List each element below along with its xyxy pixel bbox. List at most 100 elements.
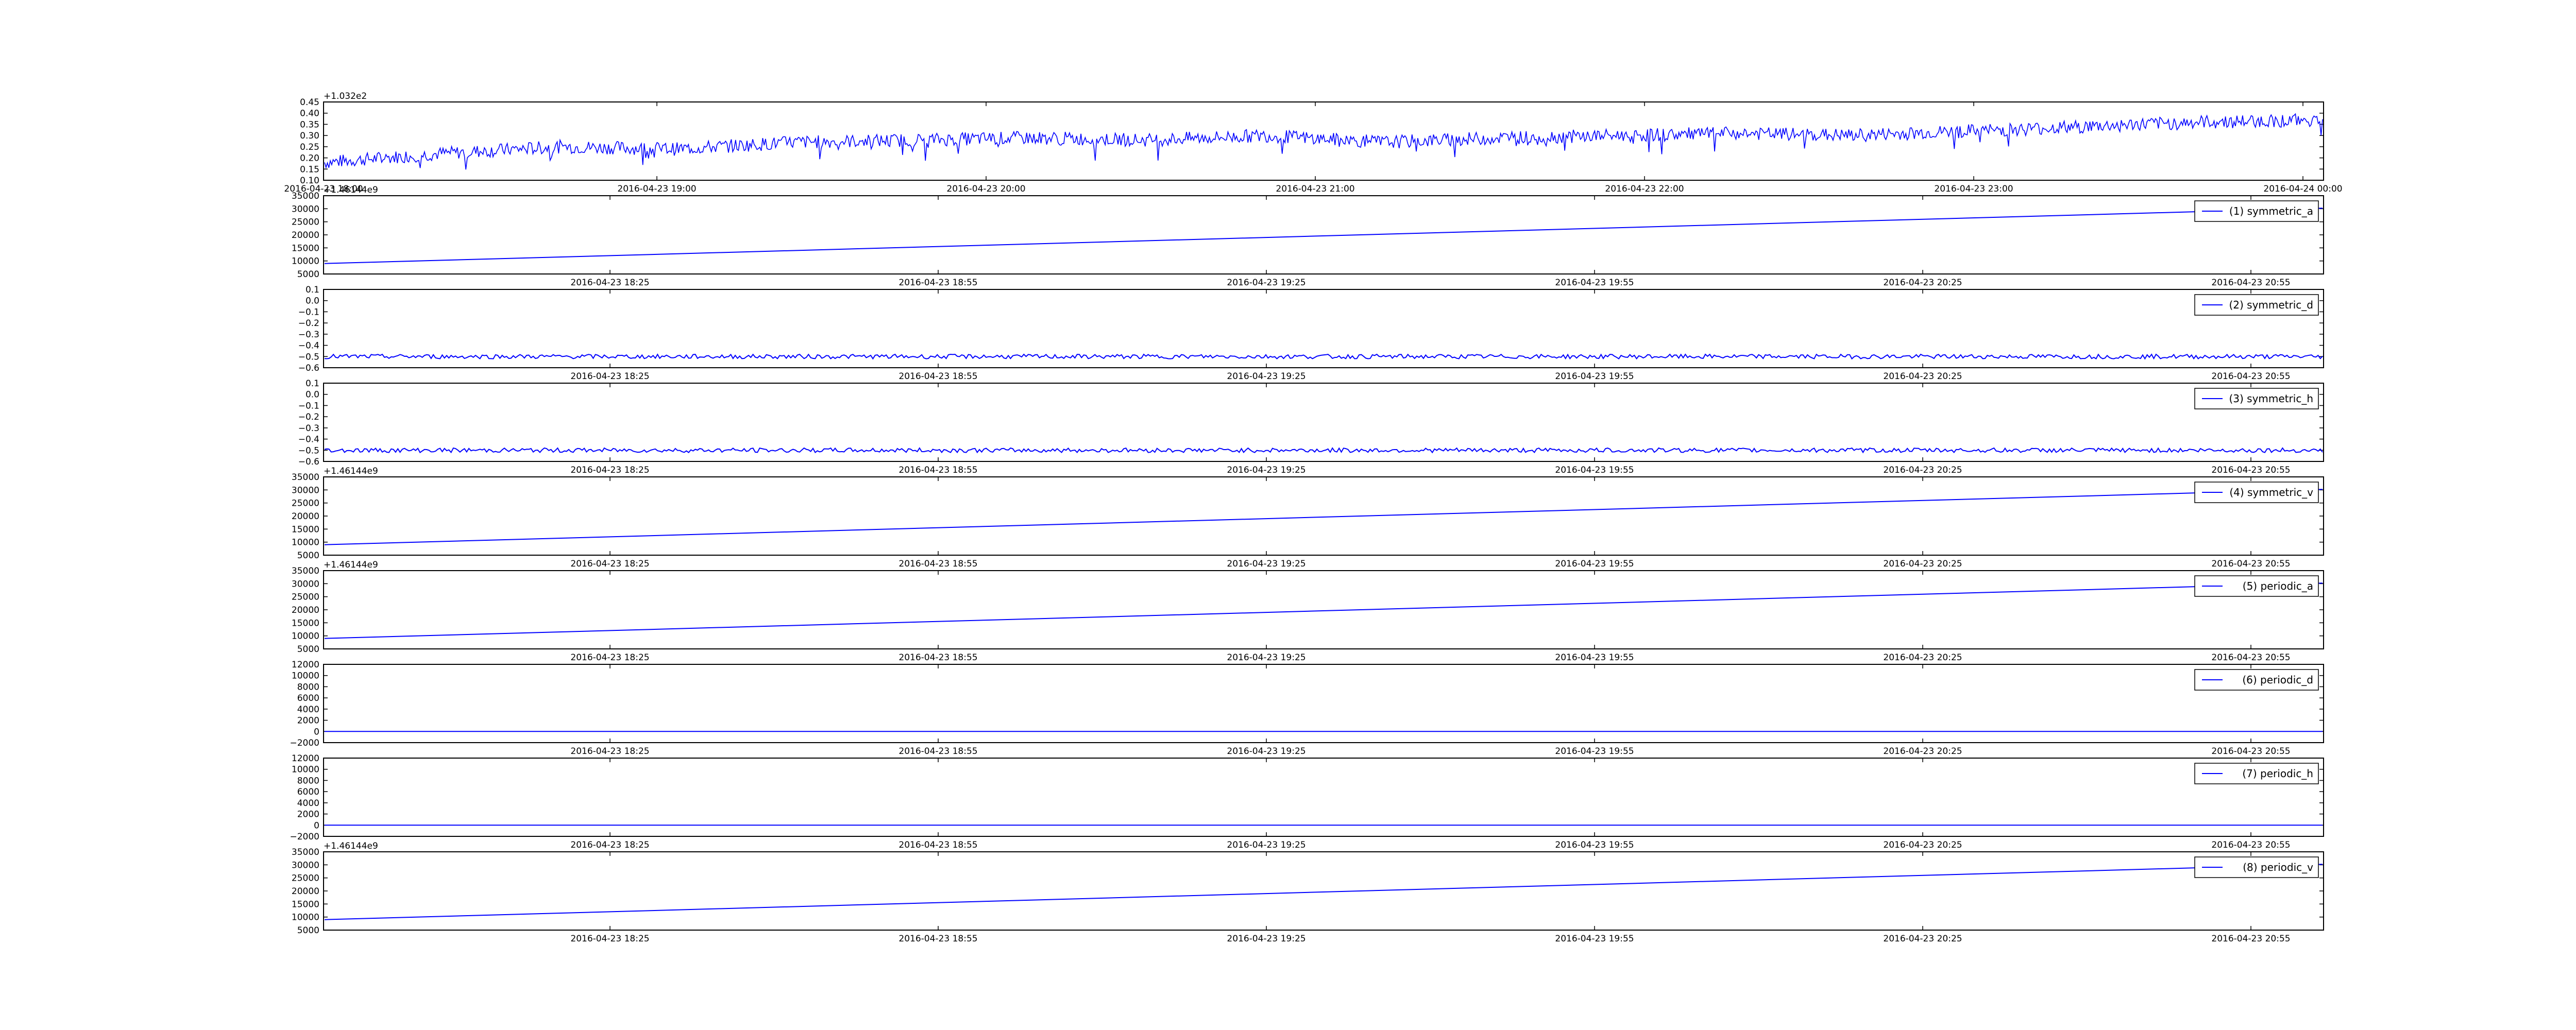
y-tick-label: 0.15 bbox=[300, 164, 319, 175]
y-tick-label: 8000 bbox=[297, 682, 319, 692]
y-tick-label: 4000 bbox=[297, 798, 319, 809]
x-tick-label: 2016-04-23 20:55 bbox=[2211, 934, 2290, 944]
x-tick-label: 2016-04-23 19:25 bbox=[1227, 278, 1306, 288]
y-tick-label: 15000 bbox=[292, 899, 319, 909]
axis-offset-label: +1.46144e9 bbox=[324, 560, 378, 570]
y-tick-label: 12000 bbox=[292, 753, 319, 764]
plot-frame bbox=[323, 758, 2324, 837]
x-tick-label: 2016-04-23 18:55 bbox=[899, 934, 977, 944]
series-line bbox=[324, 582, 2323, 639]
legend-label: (6) periodic_d bbox=[2242, 674, 2313, 686]
series-line bbox=[324, 208, 2323, 264]
figure: 0.1 0 0.150.200.250.300.350.400.45 +1.032e2… bbox=[284, 91, 2342, 944]
x-tick-label: 2016-04-23 19:55 bbox=[1555, 465, 1634, 475]
y-tick-label: 35000 bbox=[292, 847, 319, 857]
y-tick-label: 30000 bbox=[292, 485, 319, 495]
y-tick-label: 20000 bbox=[292, 605, 319, 615]
legend: (7) periodic_h bbox=[2194, 763, 2319, 784]
subplot-7: −2000020004000 600080001000012000 2016-04-… bbox=[290, 660, 2324, 757]
y-tick-label: 8000 bbox=[297, 776, 319, 786]
y-tick-label: −0.3 bbox=[298, 330, 319, 340]
y-tick-label: 0.45 bbox=[300, 97, 319, 108]
x-tick-label: 2016-04-23 19:25 bbox=[1227, 840, 1306, 850]
x-tick-label: 2016-04-23 23:00 bbox=[1934, 184, 2013, 194]
x-tick-label: 2016-04-23 18:55 bbox=[899, 653, 977, 663]
legend: (3) symmetric_h bbox=[2194, 388, 2319, 409]
y-tick-label: 0.1 bbox=[306, 379, 319, 389]
x-tick-label: 2016-04-23 18:25 bbox=[570, 559, 649, 569]
x-tick-label: 2016-04-23 18:25 bbox=[570, 465, 649, 475]
y-tick-label: −2000 bbox=[290, 832, 319, 842]
subplot-2: 5000 10000 15000 20000 25000 30000 35000 +1.461… bbox=[292, 185, 2324, 288]
y-tick-label: −0.1 bbox=[298, 401, 319, 411]
x-tick-label: 2016-04-23 19:55 bbox=[1555, 371, 1634, 382]
y-tick-label: 10000 bbox=[292, 538, 319, 548]
y-tick-label: −0.4 bbox=[298, 435, 319, 445]
y-tick-label: 10000 bbox=[292, 765, 319, 775]
y-tick-label: 30000 bbox=[292, 579, 319, 589]
subplot-8: −2000020004000600080001000012000 2016-04-… bbox=[290, 753, 2324, 850]
x-tick-label: 2016-04-23 19:55 bbox=[1555, 559, 1634, 569]
x-tick-label: 2016-04-23 19:55 bbox=[1555, 746, 1634, 757]
y-tick-label: 6000 bbox=[297, 787, 319, 797]
y-tick-label: 12000 bbox=[292, 660, 319, 670]
x-tick-label: 2016-04-23 19:00 bbox=[617, 184, 696, 194]
x-tick-label: 2016-04-23 19:55 bbox=[1555, 278, 1634, 288]
series-line bbox=[324, 113, 2323, 170]
y-tick-label: 2000 bbox=[297, 810, 319, 820]
y-tick-label: −0.5 bbox=[298, 352, 319, 362]
y-tick-label: 35000 bbox=[292, 472, 319, 483]
y-tick-label: −0.2 bbox=[298, 318, 319, 329]
legend-label: (2) symmetric_d bbox=[2229, 299, 2313, 311]
legend: (4) symmetric_v bbox=[2194, 482, 2319, 503]
x-tick-label: 2016-04-23 20:25 bbox=[1883, 653, 1962, 663]
legend: (1) symmetric_a bbox=[2194, 200, 2319, 222]
x-tick-label: 2016-04-23 20:25 bbox=[1883, 465, 1962, 475]
y-tick-label: 20000 bbox=[292, 511, 319, 522]
axis-offset-label: +1.032e2 bbox=[324, 91, 367, 101]
subplot-6: 5000 10000 15000 20000 25000 30000 35000 +1.461… bbox=[292, 560, 2324, 663]
y-tick-label: 25000 bbox=[292, 217, 319, 228]
y-tick-label: 6000 bbox=[297, 693, 319, 703]
y-tick-label: 10000 bbox=[292, 631, 319, 642]
y-tick-label: −0.5 bbox=[298, 445, 319, 456]
x-tick-label: 2016-04-23 20:55 bbox=[2211, 559, 2290, 569]
y-tick-label: 30000 bbox=[292, 204, 319, 214]
axis-offset-label: +1.46144e9 bbox=[324, 185, 378, 195]
x-tick-label: 2016-04-23 20:00 bbox=[946, 184, 1025, 194]
y-tick-label: 0.0 bbox=[306, 390, 319, 400]
legend: (5) periodic_a bbox=[2194, 575, 2319, 597]
x-tick-label: 2016-04-23 20:25 bbox=[1883, 840, 1962, 850]
series-line bbox=[324, 353, 2323, 360]
legend-label: (7) periodic_h bbox=[2242, 767, 2313, 780]
y-tick-label: 35000 bbox=[292, 566, 319, 576]
x-tick-label: 2016-04-23 20:25 bbox=[1883, 371, 1962, 382]
y-tick-label: 0.25 bbox=[300, 142, 319, 152]
x-tick-label: 2016-04-23 22:00 bbox=[1605, 184, 1684, 194]
y-tick-label: 0 bbox=[314, 820, 319, 831]
legend: (6) periodic_d bbox=[2194, 669, 2319, 691]
y-tick-label: 5000 bbox=[297, 269, 319, 280]
x-tick-label: 2016-04-23 18:25 bbox=[570, 371, 649, 382]
y-tick-label: 0.0 bbox=[306, 296, 319, 306]
axis-offset-label: +1.46144e9 bbox=[324, 841, 378, 851]
x-tick-label: 2016-04-24 00:00 bbox=[2263, 184, 2342, 194]
x-tick-label: 2016-04-23 20:25 bbox=[1883, 559, 1962, 569]
subplot-5: 5000 10000 15000 20000 25000 30000 35000 +1.461… bbox=[292, 466, 2324, 569]
y-tick-label: 10000 bbox=[292, 913, 319, 923]
subplot-9: 5000 10000 15000 20000 25000 30000 35000 +1.461… bbox=[292, 841, 2324, 944]
x-tick-label: 2016-04-23 20:55 bbox=[2211, 278, 2290, 288]
x-tick-label: 2016-04-23 20:55 bbox=[2211, 746, 2290, 757]
y-tick-label: 4000 bbox=[297, 705, 319, 715]
y-tick-label: 5000 bbox=[297, 925, 319, 936]
y-tick-label: −0.3 bbox=[298, 423, 319, 434]
x-tick-label: 2016-04-23 18:25 bbox=[570, 278, 649, 288]
x-tick-label: 2016-04-23 20:25 bbox=[1883, 278, 1962, 288]
y-tick-label: 0.20 bbox=[300, 153, 319, 164]
y-tick-label: 5000 bbox=[297, 644, 319, 655]
x-tick-label: 2016-04-23 19:55 bbox=[1555, 653, 1634, 663]
x-tick-label: 2016-04-23 19:55 bbox=[1555, 934, 1634, 944]
subplot-3: −0.6−0.5−0.4−0.3−0.2−0.10.00.1 2016-04-23… bbox=[298, 285, 2324, 382]
y-tick-label: 15000 bbox=[292, 524, 319, 535]
y-tick-label: 25000 bbox=[292, 592, 319, 603]
